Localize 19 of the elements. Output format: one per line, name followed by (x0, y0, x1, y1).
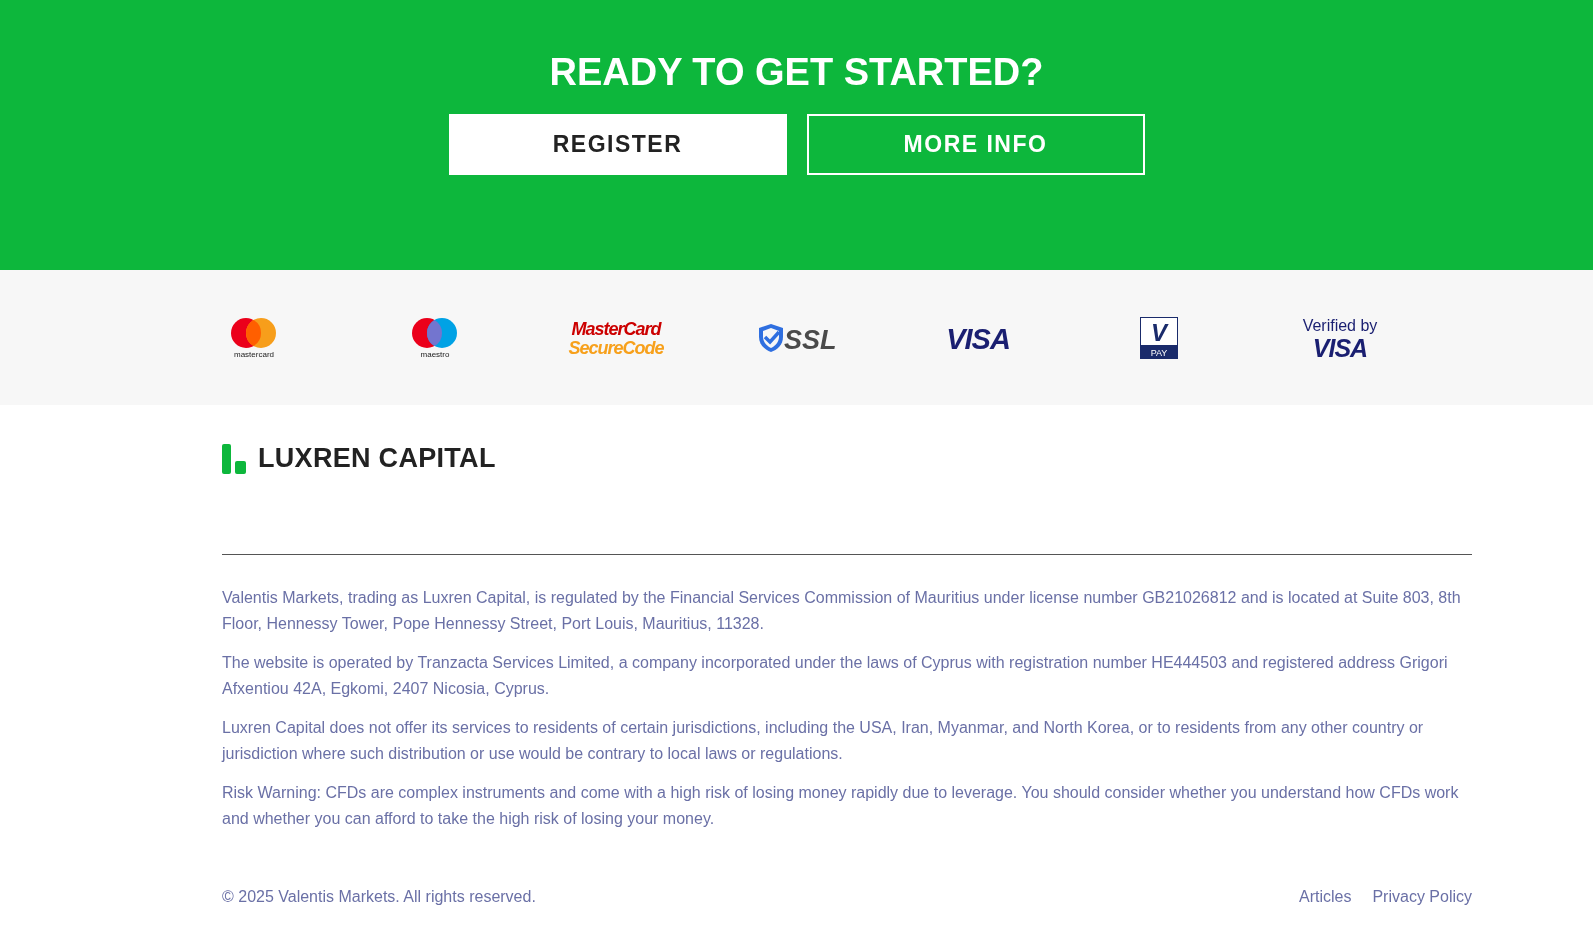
footer-link[interactable]: Privacy Policy (1372, 888, 1472, 906)
vpay-logo: V PAY (1139, 316, 1178, 359)
register-button[interactable]: REGISTER (448, 114, 787, 175)
ssl-logo: SSL (756, 320, 837, 355)
copyright-text: © 2025 Valentis Markets. All rights reserved. (222, 888, 536, 906)
verified-by-visa-logo: Verified by VISA (1297, 315, 1382, 360)
disclaimer-paragraph: Valentis Markets, trading as Luxren Capital, is regulated by the Financial Services Commission of Mauritius under license number GB21026812 and is located at Suite 803, 8th Floor, Hennessy Tower, Pope Hennessy Street, Port Louis, Mauritius, 11328. (222, 588, 1462, 634)
visa-logo: VISA (941, 322, 1014, 353)
securecode-logo: MasterCard SecureCode (565, 317, 666, 358)
disclaimer-paragraph: Luxren Capital does not offer its services to residents of certain jurisdictions, including the USA, Iran, Myanmar, and North Korea, or to residents from any other country or jurisdiction where such distribution or use would be contrary to local laws or regulations. (222, 718, 1425, 764)
mastercard-logo: mastercard (227, 316, 280, 359)
cta-heading: READY TO GET STARTED? (549, 50, 1044, 94)
maestro-logo: maestro (408, 316, 461, 359)
footer-link[interactable]: Articles (1298, 888, 1352, 906)
brand-name: LUXREN CAPITAL (258, 443, 496, 474)
disclaimer-paragraph: The website is operated by Tranzacta Services Limited, a company incorporated under the laws of Cyprus with registration number HE444503 and registered address Grigori Afxentiou 42A, Egkomi, 2407 Nicosia, Cyprus. (222, 653, 1449, 699)
info-button[interactable]: MORE INFO (806, 114, 1145, 175)
disclaimer-paragraph: Risk Warning: CFDs are complex instruments and come with a high risk of losing money rapidly due to leverage. You should consider whether you understand how CFDs work and whether you can afford to take the high risk of losing your money. (222, 783, 1460, 829)
brand-logo-icon (222, 443, 246, 474)
